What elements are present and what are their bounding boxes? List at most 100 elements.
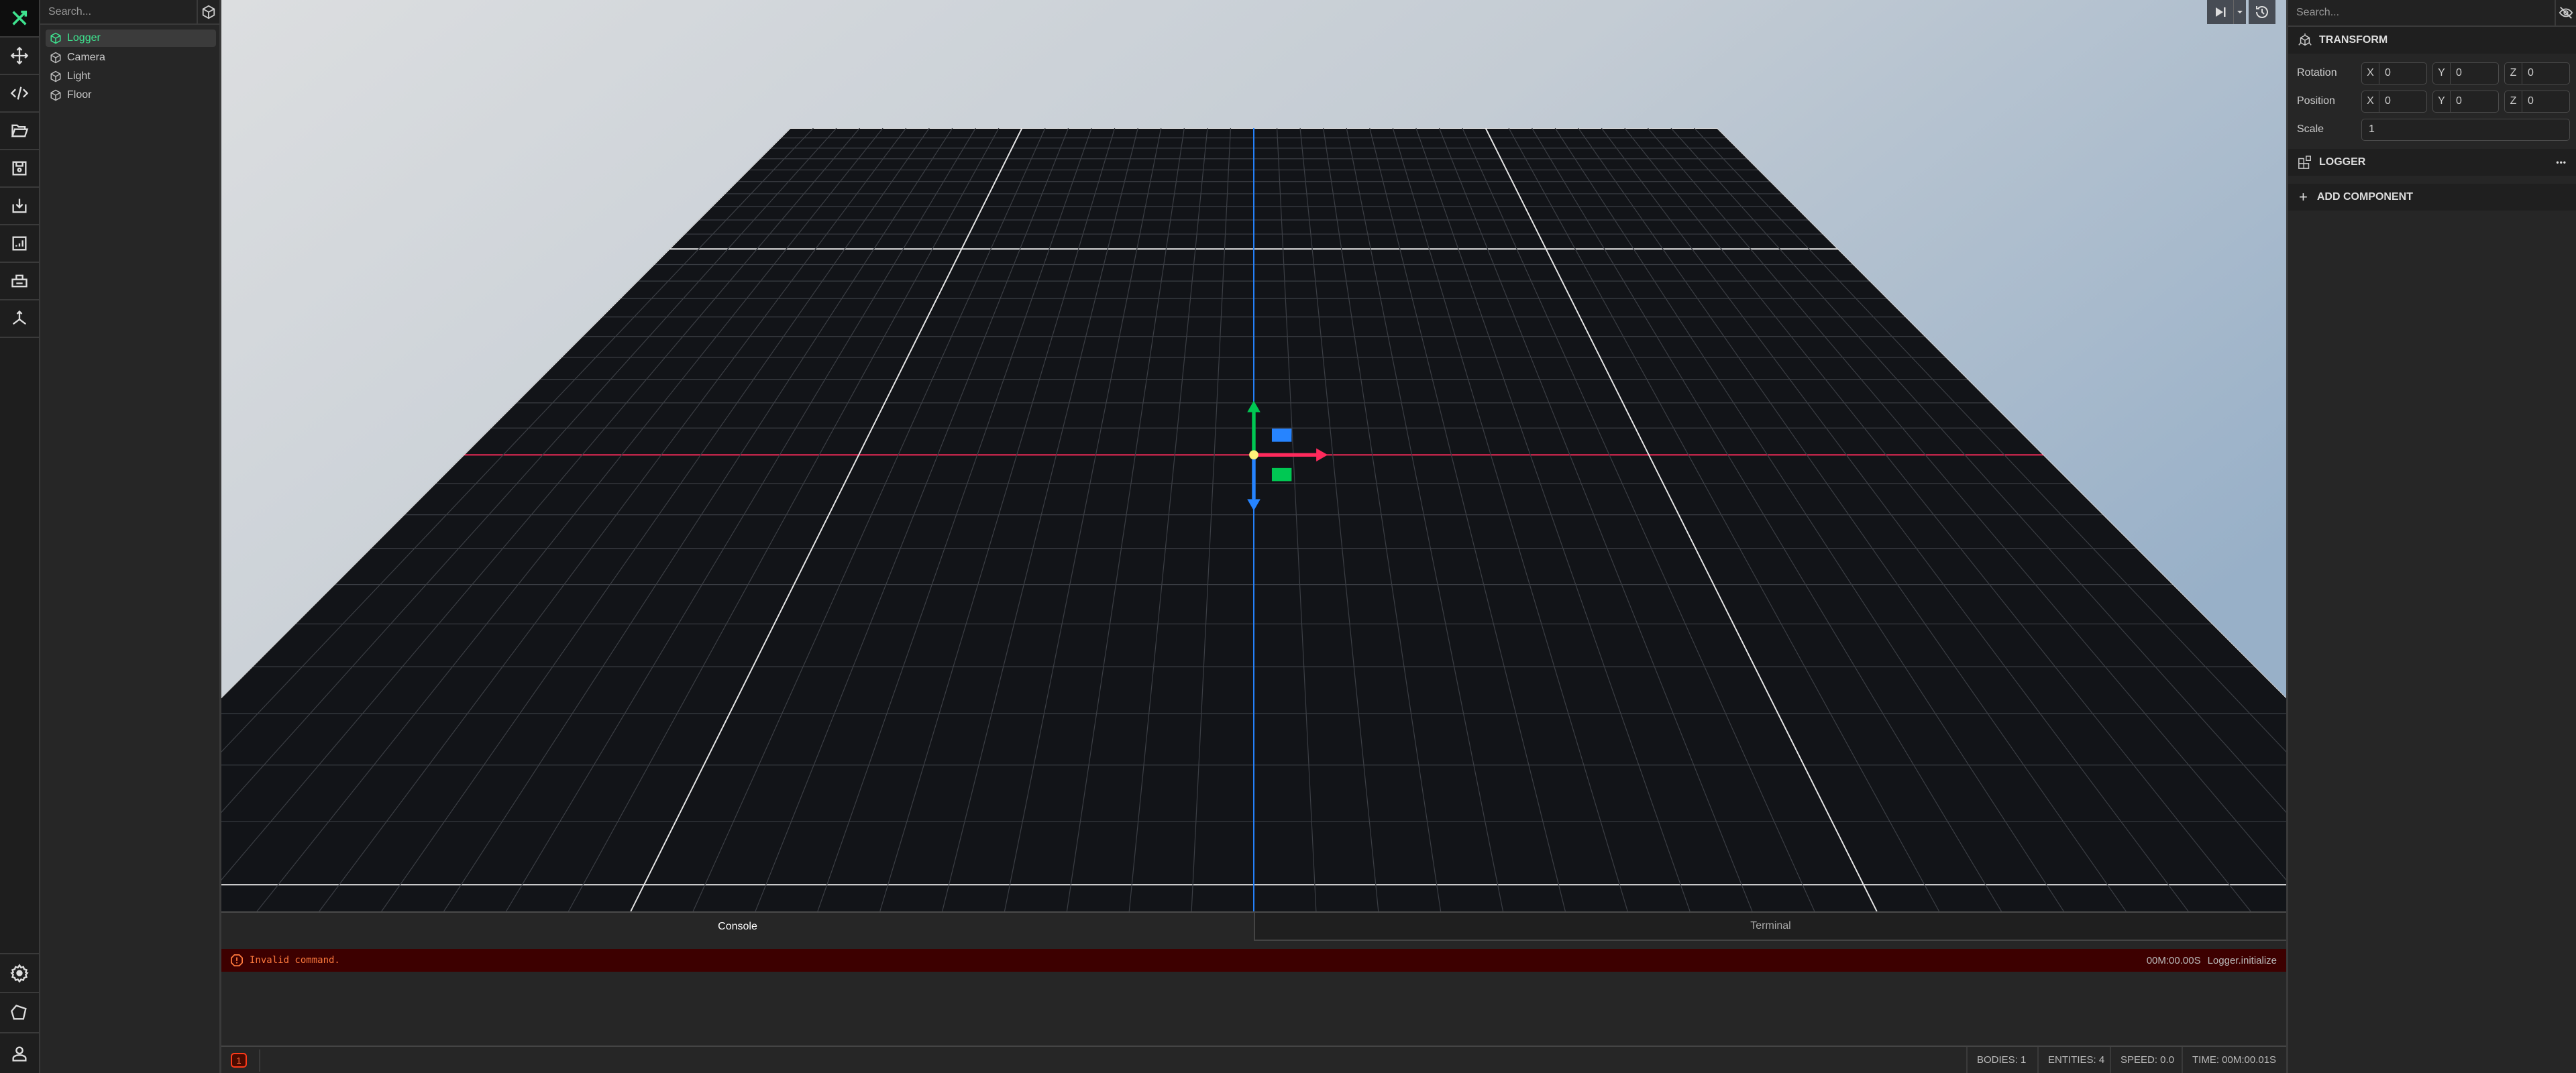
add-component-button[interactable]: + ADD COMPONENT (2288, 184, 2576, 211)
gear-icon[interactable] (0, 953, 39, 993)
play-dropdown-button[interactable] (2234, 0, 2246, 24)
rotation-row: Rotation X Y Z (2288, 62, 2576, 84)
logger-header[interactable]: LOGGER ••• (2288, 149, 2576, 176)
console-entry-error[interactable]: Invalid command. 00M:00.00S Logger.initi… (221, 949, 2286, 972)
status-speed: SPEED: 0.0 (2110, 1047, 2184, 1073)
axis-label: Z (2505, 62, 2522, 84)
component-icon (2298, 156, 2311, 169)
step-play-icon (2215, 7, 2225, 17)
gizmo-xz-plane (1271, 467, 1292, 482)
position-z-input[interactable] (2522, 95, 2569, 107)
field-label: Position (2297, 95, 2335, 107)
position-x-input[interactable] (2379, 95, 2426, 107)
error-count-badge[interactable]: 1 (231, 1053, 247, 1068)
axis-label: X (2362, 91, 2379, 112)
tab-terminal[interactable]: Terminal (1254, 913, 2286, 941)
cube-icon (50, 32, 61, 44)
rotation-x-field[interactable]: X (2361, 62, 2427, 84)
tree-item-label: Camera (67, 52, 105, 63)
history-button[interactable] (2249, 0, 2275, 24)
axis-label: Y (2433, 62, 2451, 84)
cube-icon (202, 5, 215, 19)
tab-label: Console (718, 921, 757, 932)
axes-icon[interactable] (0, 300, 39, 338)
plus-icon: + (2299, 188, 2308, 205)
chart-icon[interactable] (0, 225, 39, 263)
eye-off-icon (2559, 7, 2573, 19)
transform-icon (2298, 33, 2312, 46)
import-icon[interactable] (0, 188, 39, 225)
step-play-button[interactable] (2207, 0, 2234, 24)
cube-icon (50, 70, 61, 82)
tools-icon[interactable] (0, 0, 39, 38)
status-entities: ENTITIES: 4 (2037, 1047, 2114, 1073)
position-z-field[interactable]: Z (2504, 90, 2570, 113)
tree-item-floor[interactable]: Floor (46, 87, 216, 104)
console-panel: Console Terminal Invalid command. 00M:00… (221, 911, 2286, 1073)
entry-time: 00M:00.00S (2146, 954, 2201, 966)
axis-label: Z (2505, 91, 2522, 112)
position-y-input[interactable] (2451, 95, 2498, 107)
rotation-z-input[interactable] (2522, 67, 2569, 79)
button-label: ADD COMPONENT (2316, 191, 2413, 203)
tree-item-label: Floor (67, 89, 92, 101)
folder-open-icon[interactable] (0, 113, 39, 150)
inspector-search-input[interactable] (2288, 0, 2555, 25)
rotation-x-input[interactable] (2379, 67, 2426, 79)
move-icon[interactable] (0, 38, 39, 75)
3d-viewport[interactable] (221, 0, 2286, 911)
scale-row: Scale (2288, 118, 2576, 141)
tree-item-camera[interactable]: Camera (46, 49, 216, 66)
field-label: Rotation (2297, 67, 2337, 78)
status-bodies: BODIES: 1 (1966, 1047, 2035, 1073)
scene-canvas[interactable] (221, 0, 2286, 911)
scale-field[interactable] (2361, 118, 2570, 141)
tool-sidebar (0, 0, 40, 1073)
scale-input[interactable] (2362, 123, 2569, 135)
inspector-search (2288, 0, 2576, 27)
axis-label: Y (2433, 91, 2451, 112)
position-y-field[interactable]: Y (2432, 90, 2499, 113)
gizmo-pivot (1249, 450, 1258, 460)
add-entity-button[interactable] (197, 0, 219, 23)
error-message: Invalid command. (250, 955, 340, 966)
caret-down-icon (2237, 11, 2243, 13)
cube-icon (50, 52, 61, 64)
position-x-field[interactable]: X (2361, 90, 2427, 113)
cube-icon (50, 89, 61, 101)
history-icon (2256, 6, 2268, 18)
inspector-panel: TRANSFORM Rotation X Y Z Position X Y Z … (2286, 0, 2576, 1073)
field-label: Scale (2297, 123, 2324, 135)
vr-headset-icon[interactable] (0, 263, 39, 300)
viewport-controls (2207, 0, 2275, 24)
gizmo-xy-plane (1271, 429, 1292, 442)
status-bar: 1 BODIES: 1 ENTITIES: 4 SPEED: 0.0 TIME:… (221, 1046, 2286, 1073)
rotation-y-field[interactable]: Y (2432, 62, 2499, 84)
tree-item-label: Logger (67, 32, 101, 44)
tab-console[interactable]: Console (221, 913, 1254, 941)
tree-search-input[interactable] (40, 0, 197, 23)
section-title: LOGGER (2319, 156, 2366, 168)
axis-label: X (2362, 62, 2379, 84)
tree-search (40, 0, 219, 25)
scene-tree-panel: Logger Camera Light Floor (40, 0, 221, 1073)
tree-item-light[interactable]: Light (46, 68, 216, 85)
tree-item-logger[interactable]: Logger (46, 30, 216, 47)
user-icon[interactable] (0, 1033, 39, 1073)
save-icon[interactable] (0, 150, 39, 188)
section-title: TRANSFORM (2319, 34, 2388, 46)
error-icon (231, 954, 243, 966)
rotation-y-input[interactable] (2451, 67, 2498, 79)
position-row: Position X Y Z (2288, 90, 2576, 113)
more-options-button[interactable]: ••• (2556, 158, 2567, 167)
status-time: TIME: 00M:00.01S (2182, 1047, 2286, 1073)
code-icon[interactable] (0, 75, 39, 113)
divider (259, 1050, 260, 1072)
rotation-z-field[interactable]: Z (2504, 62, 2570, 84)
tab-label: Terminal (1750, 920, 1791, 931)
tree-item-label: Light (67, 70, 91, 82)
transform-header[interactable]: TRANSFORM (2288, 27, 2576, 54)
shape-icon[interactable] (0, 993, 39, 1033)
toggle-visibility-button[interactable] (2555, 0, 2576, 25)
entry-source: Logger.initialize (2207, 954, 2277, 966)
